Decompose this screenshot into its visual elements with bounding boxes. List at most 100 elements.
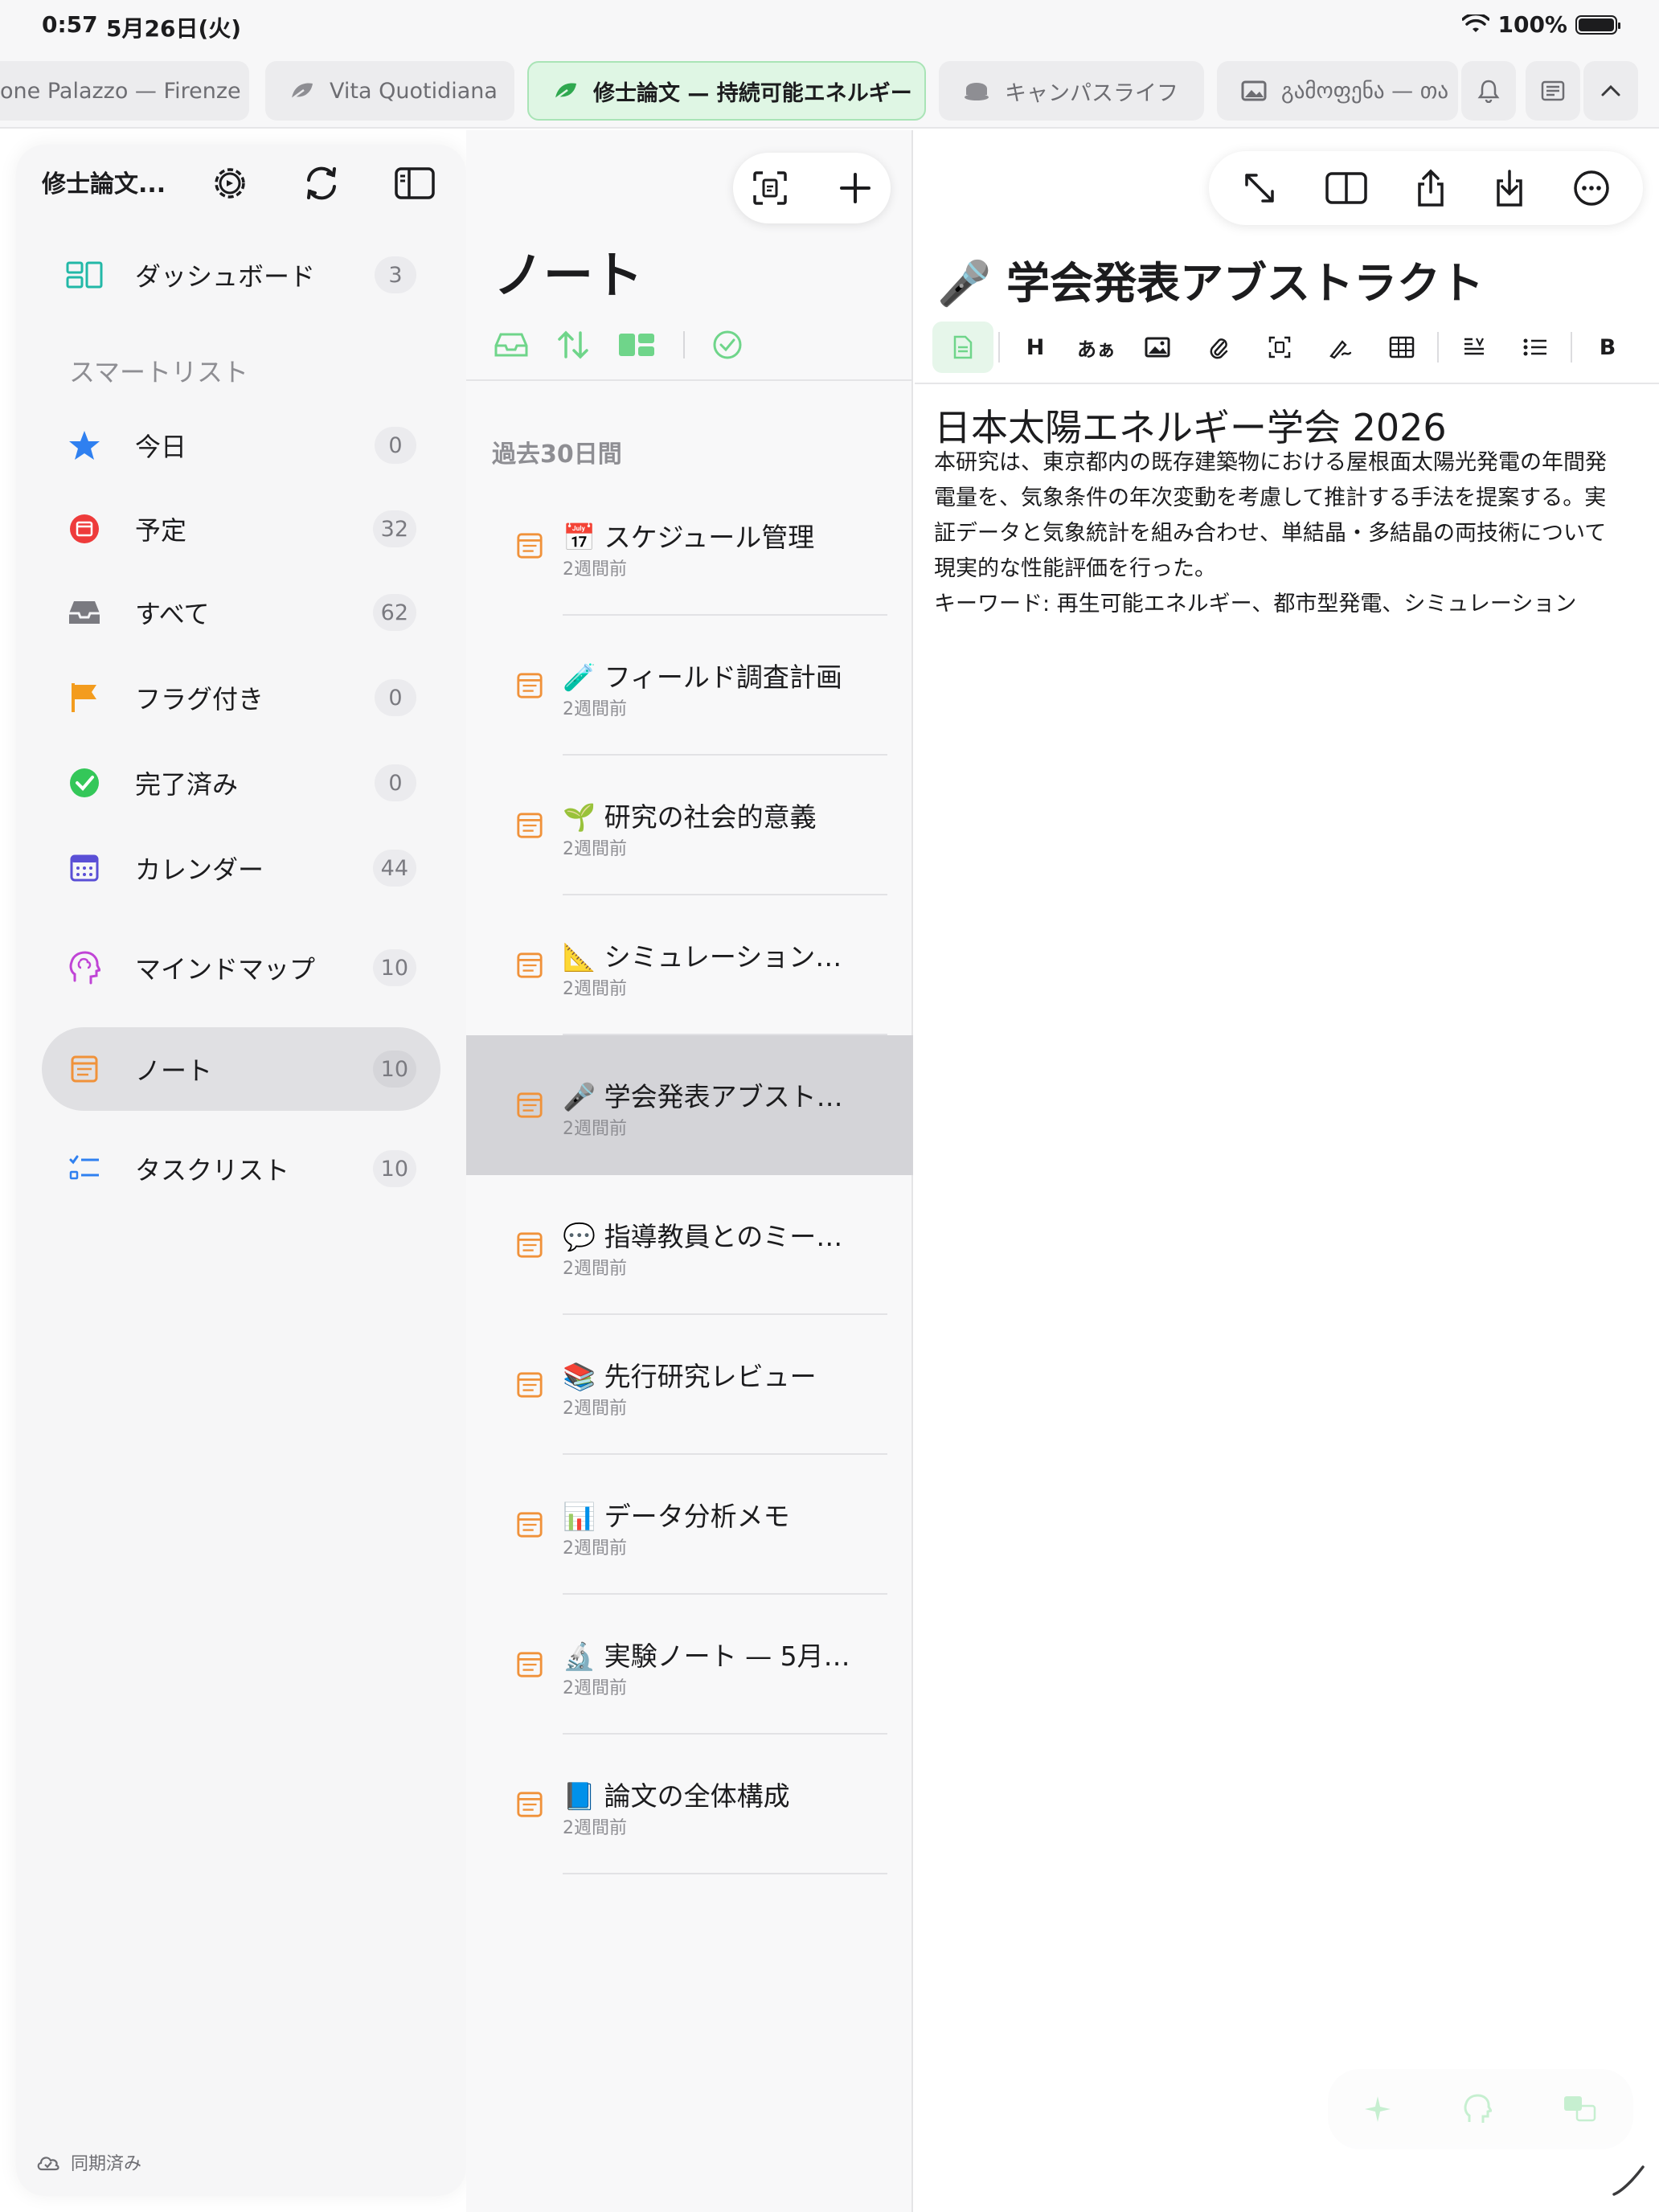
sidebar-item-mindmap[interactable]: マインドマップ 10 (42, 926, 440, 1010)
count-badge: 10 (372, 1150, 416, 1187)
note-row[interactable]: 💬 指導教員とのミー… 2週間前 (466, 1175, 913, 1315)
filter-divider (683, 331, 685, 358)
count-badge: 32 (372, 510, 416, 547)
note-title-text: 指導教員とのミー… (604, 1221, 843, 1252)
list-heading: ノート (494, 246, 644, 305)
settings-button[interactable] (204, 158, 256, 209)
layout-icon[interactable] (617, 332, 656, 358)
note-title-text: 実験ノート — 5月… (604, 1641, 850, 1672)
image-icon (1145, 337, 1170, 358)
collapse-tabs-button[interactable] (1583, 61, 1638, 121)
note-row[interactable]: 🔬 実験ノート — 5月… 2週間前 (466, 1595, 913, 1735)
add-note-button[interactable] (834, 167, 876, 209)
scan-text-button[interactable] (1249, 322, 1310, 373)
document-body[interactable]: 本研究は、東京都内の既存建築物における屋根面太陽光発電の年間発 電量を、気象条件… (934, 445, 1641, 622)
sidebar-item-calendar[interactable]: カレンダー 44 (42, 826, 440, 910)
count-badge: 3 (375, 256, 416, 293)
draw-button[interactable] (1310, 322, 1371, 373)
sort-icon[interactable] (556, 330, 590, 360)
tab-vita-quotidiana[interactable]: Vita Quotidiana (265, 61, 514, 121)
sparkle-icon[interactable] (1363, 2095, 1392, 2124)
note-row[interactable]: 🎤 学会発表アブスト… 2週間前 (466, 1035, 913, 1175)
tab-label: გამოფენა — თა (1281, 78, 1449, 104)
tab-label: one Palazzo — Firenze (0, 78, 241, 104)
translate-icon[interactable] (1563, 2095, 1598, 2124)
check-circle-filter-icon[interactable] (712, 330, 743, 360)
sidebar-item-task-lists[interactable]: タスクリスト 10 (42, 1127, 440, 1210)
bullet-list-button[interactable] (1505, 322, 1566, 373)
note-emoji: 💬 (563, 1221, 596, 1252)
gear-icon (215, 168, 245, 199)
insert-image-button[interactable] (1127, 322, 1188, 373)
sidebar-item-scheduled[interactable]: 予定 32 (42, 487, 440, 571)
floating-tools (1328, 2069, 1633, 2149)
note-row[interactable]: 📘 論文の全体構成 2週間前 (466, 1735, 913, 1874)
flag-icon (66, 679, 103, 716)
editor-toolbar (1209, 151, 1643, 225)
sidebar-item-label: ノート (135, 1055, 213, 1086)
table-icon (1389, 336, 1415, 358)
document-mode-button[interactable] (932, 322, 993, 373)
reader-button[interactable] (1526, 61, 1580, 121)
tab-exhibition[interactable]: გამოფენა — თა (1217, 61, 1458, 121)
brain-assist-icon[interactable] (1463, 2093, 1492, 2125)
sync-button[interactable] (296, 158, 347, 209)
note-icon (517, 1512, 543, 1538)
split-view-icon[interactable] (1325, 171, 1368, 205)
heading-button[interactable]: H (1005, 322, 1066, 373)
body-line: 電量を、気象条件の年次変動を考慮して推計する手法を提案する。実 (934, 485, 1607, 510)
note-title[interactable]: 🎤 学会発表アブストラクト (937, 248, 1484, 311)
note-row[interactable]: 🌱 研究の社会的意義 2週間前 (466, 756, 913, 895)
tab-campus-life[interactable]: キャンパスライフ (939, 61, 1204, 121)
note-row[interactable]: 🧪 フィールド調査計画 2週間前 (466, 616, 913, 756)
document-heading[interactable]: 日本太陽エネルギー学会 2026 (934, 399, 1447, 452)
notification-button[interactable] (1461, 61, 1516, 121)
chevron-up-icon (1601, 84, 1620, 96)
toolbar-divider (1437, 332, 1439, 363)
sidebar-item-all[interactable]: すべて 62 (42, 571, 440, 654)
toggle-sidebar-button[interactable] (389, 158, 440, 209)
note-row[interactable]: 📊 データ分析メモ 2週間前 (466, 1455, 913, 1595)
format-toolbar: H あぁ B (932, 322, 1638, 373)
note-emoji: 📚 (563, 1361, 596, 1392)
checklist-icon (66, 1150, 103, 1187)
attach-button[interactable] (1188, 322, 1249, 373)
sidebar-item-flagged[interactable]: フラグ付き 0 (42, 656, 440, 739)
note-title: 📐 シミュレーション… (563, 936, 884, 974)
pencil-indicator-icon (1612, 2165, 1645, 2196)
workspace-title[interactable]: 修士論文... (42, 164, 166, 199)
sidebar-item-completed[interactable]: 完了済み 0 (42, 741, 440, 825)
tab-palazzo-firenze[interactable]: one Palazzo — Firenze (0, 61, 249, 121)
calendar-red-icon (66, 510, 103, 547)
text-format-button[interactable] (1444, 322, 1505, 373)
note-icon (517, 673, 543, 698)
note-row[interactable]: 📅 スケジュール管理 2週間前 (466, 476, 913, 616)
inbox-filter-icon[interactable] (494, 331, 529, 358)
insert-table-button[interactable] (1371, 322, 1432, 373)
note-row[interactable]: 📐 シミュレーション… 2週間前 (466, 895, 913, 1035)
note-title-text: 学会発表アブスト… (604, 1081, 843, 1112)
sidebar-item-today[interactable]: 今日 0 (42, 403, 440, 487)
note-timestamp: 2週間前 (563, 1538, 627, 1559)
scan-button[interactable] (749, 167, 791, 209)
status-bar: 0:57 5月26日(火) 100% (0, 0, 1659, 51)
sidebar-item-notes[interactable]: ノート 10 (42, 1027, 440, 1111)
note-title: 🌱 研究の社会的意義 (563, 796, 884, 834)
note-icon (517, 1652, 543, 1677)
note-title: 📘 論文の全体構成 (563, 1775, 884, 1813)
download-icon[interactable] (1493, 168, 1526, 208)
note-icon (517, 952, 543, 978)
more-icon[interactable] (1573, 170, 1610, 207)
cloud-check-icon (37, 2157, 59, 2171)
sidebar-item-dashboard[interactable]: ダッシュボード 3 (42, 233, 440, 317)
sidebar: 修士論文... ダッシュボード 3 スマートリスト 今日 0 予定 32 すべて… (16, 145, 466, 2196)
sidebar-item-label: カレンダー (135, 854, 264, 885)
share-icon[interactable] (1415, 168, 1447, 208)
text-style-button[interactable]: あぁ (1066, 322, 1127, 373)
expand-icon[interactable] (1242, 170, 1277, 206)
bold-button[interactable]: B (1577, 322, 1638, 373)
sidebar-item-label: 今日 (135, 432, 187, 462)
tab-thesis-energy[interactable]: 修士論文 — 持続可能エネルギー (527, 61, 926, 121)
note-emoji: 🌱 (563, 801, 596, 833)
note-row[interactable]: 📚 先行研究レビュー 2週間前 (466, 1315, 913, 1455)
